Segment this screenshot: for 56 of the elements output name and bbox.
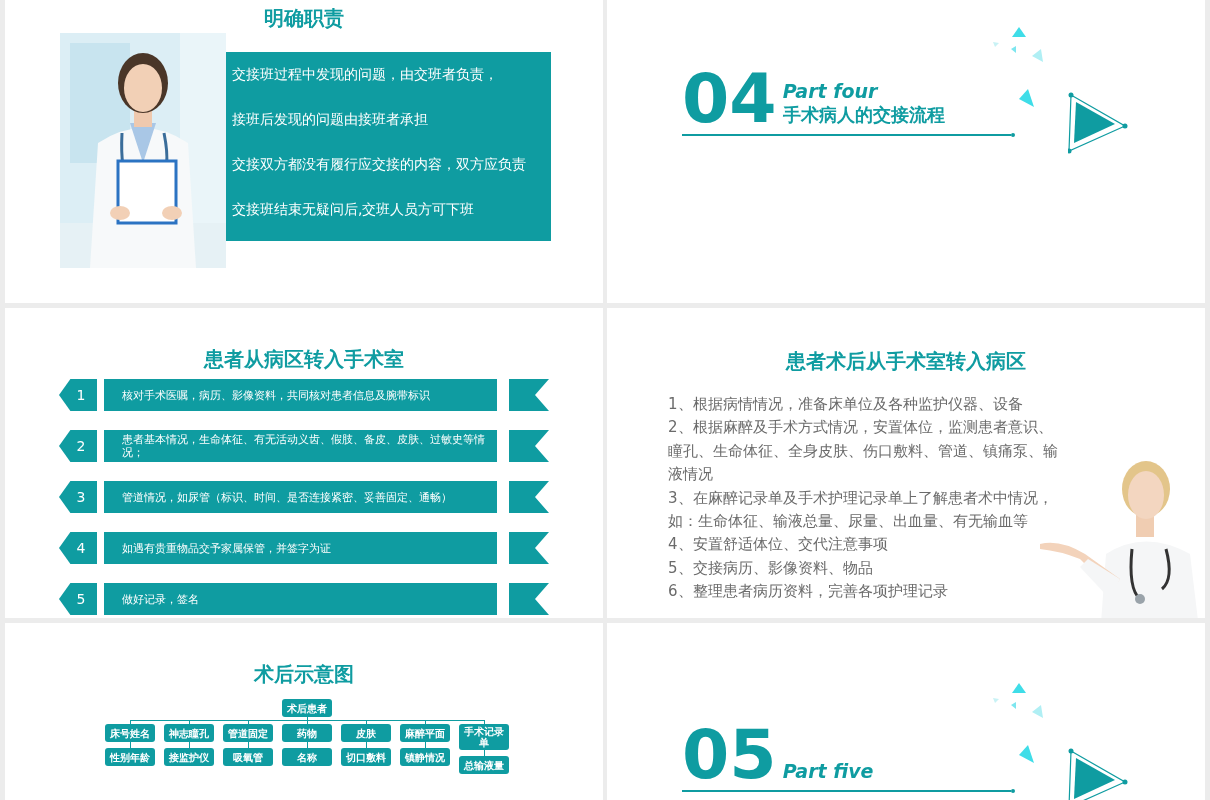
chart-node: 管道固定: [223, 724, 273, 742]
chart-node: 名称: [282, 748, 332, 766]
slide-title: 患者从病区转入手术室: [204, 346, 404, 372]
chart-node: 术后患者: [282, 699, 332, 717]
step-number: 4: [59, 532, 97, 564]
duty-text: 交接班过程中发现的问题，由交班者负责，: [232, 65, 499, 84]
slide-title: 患者术后从手术室转入病区: [786, 348, 1026, 374]
chart-node: 切口敷料: [341, 748, 391, 766]
section-title: 手术病人的交接流程: [782, 103, 945, 127]
chart-node: 床号姓名: [105, 724, 155, 742]
slide-title: 术后示意图: [254, 661, 354, 687]
section-number: 04: [682, 69, 777, 129]
part-label: Part four: [782, 79, 880, 103]
part-label: Part five: [782, 759, 874, 783]
duty-text: 接班后发现的问题由接班者承担: [232, 110, 429, 129]
ribbon-end: [509, 532, 549, 564]
step-bar: 如遇有贵重物品交予家属保管，并签字为证: [104, 532, 497, 564]
chart-node: 麻醉平面: [400, 724, 450, 742]
chart-node: 吸氧管: [223, 748, 273, 766]
chart-node: 手术记录单: [459, 724, 509, 750]
slide-thumbnail[interactable]: 患者术后从手术室转入病区 1、根据病情情况，准备床单位及各种监护仪器、设备 2、根据麻醉及手术方式情况，安置体位，监测患者意识、瞳孔、生命体征、全身皮肤、伤口敷料、管道、镇痛泵、输液情况 3、在麻醉记录单及手术护理记录单上了解患者术中情况，如：生命体征、输液总量、尿量、出血量、有无输血等 4、安置舒适体位、交代注意事项 5、交接病历、影像资料、物品 6、整理患者病历资料，完善各项护理记录: [607, 308, 1205, 618]
chart-node: 性别年龄: [105, 748, 155, 766]
chart-node: 皮肤: [341, 724, 391, 742]
chart-node: 药物: [282, 724, 332, 742]
step-number: 5: [59, 583, 97, 615]
ribbon-end: [509, 379, 549, 411]
chart-node: 镇静情况: [400, 748, 450, 766]
ribbon-end: [509, 481, 549, 513]
slide-thumbnail[interactable]: 05 Part five: [607, 623, 1205, 800]
step-bar: 管道情况，如尿管（标识、时间、是否连接紧密、妥善固定、通畅）: [104, 481, 497, 513]
list-item: 1、根据病情情况，准备床单位及各种监护仪器、设备: [668, 394, 1024, 415]
step-number: 1: [59, 379, 97, 411]
step-number: 3: [59, 481, 97, 513]
ribbon-end: [509, 430, 549, 462]
step-bar: 核对手术医嘱，病历、影像资料，共同核对患者信息及腕带标识: [104, 379, 497, 411]
section-number: 05: [682, 725, 777, 785]
chart-node: 总输液量: [459, 756, 509, 774]
list-item: 3、在麻醉记录单及手术护理记录单上了解患者术中情况，如：生命体征、输液总量、尿量、出血量、有无输血等: [668, 487, 1054, 533]
list-item: 5、交接病历、影像资料、物品: [668, 557, 874, 579]
step-bar: 患者基本情况，生命体征、有无活动义齿、假肢、备皮、皮肤、过敏史等情况；: [104, 430, 497, 462]
slide-thumbnail[interactable]: 术后示意图 术后患者 床号姓名 性别年龄 神志瞳孔 接监护仪 管道固定 吸氧管 药物 名称 皮肤 切口敷料 麻醉平面 镇静情况 手术记录单 总输液量: [5, 623, 603, 800]
step-number: 2: [59, 430, 97, 462]
chart-node: 神志瞳孔: [164, 724, 214, 742]
duty-text: 交接双方都没有履行应交接的内容，双方应负责: [232, 155, 527, 174]
slide-title: 明确职责: [264, 5, 344, 31]
step-bar: 做好记录，签名: [104, 583, 497, 615]
list-item: 4、安置舒适体位、交代注意事项: [668, 534, 889, 556]
slide-thumbnail[interactable]: 明确职责 交接班过程中发现的问题，由交班者负责， 接班后发现的问题由接班者承担 交接双方都没有履行应交接的内容，双方应负责 交接班结束无疑问后,交班人员方可下班: [5, 0, 603, 303]
chart-node: 接监护仪: [164, 748, 214, 766]
ribbon-end: [509, 583, 549, 615]
duty-text: 交接班结束无疑问后,交班人员方可下班: [232, 200, 476, 219]
play-icon: [1068, 748, 1128, 800]
slide-thumbnail[interactable]: 患者从病区转入手术室 1 核对手术医嘱，病历、影像资料，共同核对患者信息及腕带标识 2 患者基本情况，生命体征、有无活动义齿、假肢、备皮、皮肤、过敏史等情况； 3 管道情况，如尿管（标识、时间、是否连接紧密、妥善固定、通畅） 4 如遇有贵重物品交予家属保管，并签字为证 5 做好记录，签名: [5, 308, 603, 618]
list-item: 2、根据麻醉及手术方式情况，安置体位，监测患者意识、瞳孔、生命体征、全身皮肤、伤口敷料、管道、镇痛泵、输液情况: [668, 417, 1059, 486]
play-icon: [1068, 92, 1128, 154]
list-item: 6、整理患者病历资料，完善各项护理记录: [668, 581, 949, 603]
